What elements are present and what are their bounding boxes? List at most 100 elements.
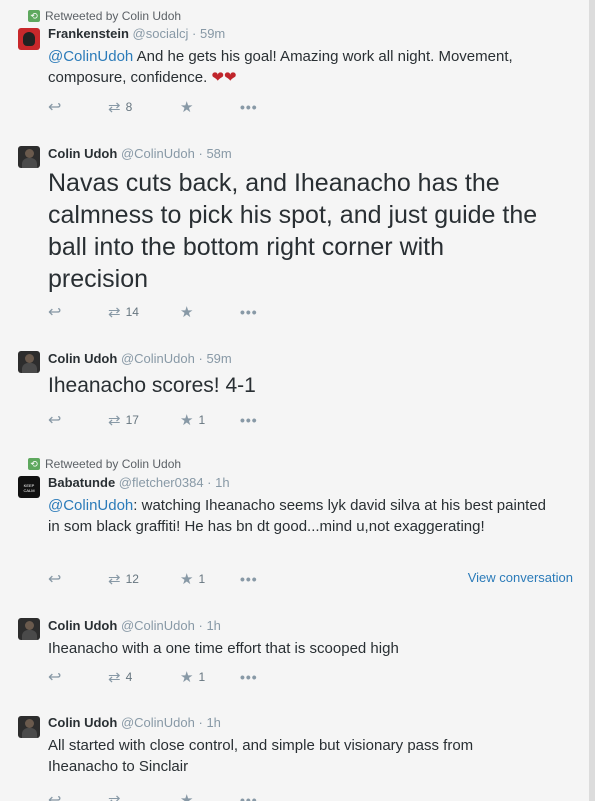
retweet-button[interactable]: ⇄ [108, 791, 180, 801]
retweet-count: 8 [125, 100, 133, 114]
username[interactable]: @ColinUdoh [121, 146, 195, 161]
tweet-text: Iheanacho scores! 4-1 [48, 374, 256, 397]
username[interactable]: @ColinUdoh [121, 351, 195, 366]
retweet-button[interactable]: ⇄ 17 [108, 411, 180, 429]
tweet-text: @ColinUdoh: watching Iheanacho seems lyk… [48, 495, 549, 537]
tweet-header: Babatunde @fletcher0384 · 1h [48, 475, 230, 490]
retweet-icon: ⇄ [108, 792, 121, 801]
fullname[interactable]: Babatunde [48, 475, 115, 490]
reply-icon[interactable]: ↩ [48, 410, 108, 430]
reply-icon[interactable]: ↩ [48, 569, 108, 589]
view-conversation-link[interactable]: View conversation [468, 570, 573, 585]
favorite-button[interactable]: ★ 1 [180, 411, 240, 429]
more-icon[interactable]: ••• [240, 669, 258, 685]
retweet-count: 14 [125, 305, 139, 319]
tweet[interactable]: Colin Udoh @ColinUdoh · 58m Navas cuts b… [0, 131, 589, 335]
favorite-count: 1 [198, 572, 206, 586]
avatar[interactable] [18, 716, 40, 738]
tweet-text: Iheanacho with a one time effort that is… [48, 640, 399, 657]
tweet-header: Colin Udoh @ColinUdoh · 1h [48, 715, 221, 730]
mention-link[interactable]: @ColinUdoh [48, 497, 133, 514]
star-icon: ★ [180, 412, 194, 429]
favorite-button[interactable]: ★ 1 [180, 570, 240, 588]
username[interactable]: @fletcher0384 [119, 475, 204, 490]
timestamp[interactable]: 59m [200, 26, 225, 41]
tweet-text: @ColinUdoh And he gets his goal! Amazing… [48, 46, 577, 88]
tweet[interactable]: ⟲ Retweeted by Colin Udoh Babatunde @fle… [0, 442, 589, 603]
favorite-button[interactable]: ★ [180, 98, 240, 116]
tweet[interactable]: Colin Udoh @ColinUdoh · 1h All started w… [0, 705, 589, 801]
star-icon: ★ [180, 99, 194, 116]
retweet-icon: ⇄ [108, 412, 121, 429]
timestamp[interactable]: 58m [206, 146, 231, 161]
reply-icon[interactable]: ↩ [48, 97, 108, 117]
favorite-button[interactable]: ★ [180, 303, 240, 321]
tweet[interactable]: Colin Udoh @ColinUdoh · 59m Iheanacho sc… [0, 334, 589, 443]
retweet-button[interactable]: ⇄ 4 [108, 668, 180, 686]
username[interactable]: @socialcj [133, 26, 189, 41]
timestamp[interactable]: 1h [215, 475, 229, 490]
retweet-button[interactable]: ⇄ 14 [108, 303, 180, 321]
avatar[interactable] [18, 146, 40, 168]
window-edge [589, 0, 595, 801]
star-icon: ★ [180, 304, 194, 321]
separator: · [198, 146, 203, 161]
tweet-actions: ↩ ⇄ 17 ★ 1 ••• [48, 411, 258, 429]
mention-link[interactable]: @ColinUdoh [48, 48, 133, 65]
more-icon[interactable]: ••• [240, 571, 258, 587]
tweet-text: All started with close control, and simp… [48, 737, 474, 775]
avatar[interactable] [18, 351, 40, 373]
separator: · [198, 351, 203, 366]
username[interactable]: @ColinUdoh [121, 618, 195, 633]
retweet-count: 17 [125, 413, 139, 427]
retweet-count: 4 [125, 670, 133, 684]
more-icon[interactable]: ••• [240, 792, 258, 801]
retweet-button[interactable]: ⇄ 12 [108, 570, 180, 588]
fullname[interactable]: Colin Udoh [48, 146, 117, 161]
tweet[interactable]: ⟲ Retweeted by Colin Udoh Frankenstein @… [0, 0, 589, 132]
avatar[interactable] [18, 28, 40, 50]
username[interactable]: @ColinUdoh [121, 715, 195, 730]
separator: · [192, 26, 197, 41]
separator: · [198, 715, 203, 730]
favorite-count: 1 [198, 413, 206, 427]
retweet-icon: ⇄ [108, 304, 121, 321]
fullname[interactable]: Frankenstein [48, 26, 129, 41]
fullname[interactable]: Colin Udoh [48, 618, 117, 633]
tweet-actions: ↩ ⇄ 4 ★ 1 ••• [48, 668, 258, 686]
reply-icon[interactable]: ↩ [48, 302, 108, 322]
retweet-context: ⟲ Retweeted by Colin Udoh [28, 9, 181, 23]
avatar[interactable] [18, 476, 40, 498]
tweet-header: Colin Udoh @ColinUdoh · 59m [48, 351, 232, 366]
retweet-button[interactable]: ⇄ 8 [108, 98, 180, 116]
retweet-icon: ⇄ [108, 99, 121, 116]
timestamp[interactable]: 59m [206, 351, 231, 366]
separator: · [207, 475, 212, 490]
more-icon[interactable]: ••• [240, 412, 258, 428]
heart-emoji: ❤❤ [211, 69, 237, 86]
more-icon[interactable]: ••• [240, 99, 258, 115]
reply-icon[interactable]: ↩ [48, 790, 108, 801]
timestamp[interactable]: 1h [206, 715, 220, 730]
tweet-actions: ↩ ⇄ 14 ★ ••• [48, 303, 258, 321]
avatar[interactable] [18, 618, 40, 640]
favorite-button[interactable]: ★ [180, 791, 240, 801]
tweet-actions: ↩ ⇄ ★ ••• [48, 791, 258, 801]
fullname[interactable]: Colin Udoh [48, 351, 117, 366]
reply-icon[interactable]: ↩ [48, 667, 108, 687]
tweet-header: Frankenstein @socialcj · 59m [48, 26, 225, 41]
retweet-context: ⟲ Retweeted by Colin Udoh [28, 457, 181, 471]
timestamp[interactable]: 1h [206, 618, 220, 633]
favorite-button[interactable]: ★ 1 [180, 668, 240, 686]
retweet-badge-icon: ⟲ [28, 10, 40, 22]
timeline: ⟲ Retweeted by Colin Udoh Frankenstein @… [0, 0, 590, 801]
more-icon[interactable]: ••• [240, 304, 258, 320]
tweet[interactable]: Colin Udoh @ColinUdoh · 1h Iheanacho wit… [0, 602, 589, 706]
favorite-count: 1 [198, 670, 206, 684]
fullname[interactable]: Colin Udoh [48, 715, 117, 730]
retweet-context-text: Retweeted by Colin Udoh [45, 457, 182, 471]
retweet-icon: ⇄ [108, 571, 121, 588]
tweet-actions: ↩ ⇄ 12 ★ 1 ••• [48, 570, 258, 588]
star-icon: ★ [180, 792, 194, 801]
tweet-header: Colin Udoh @ColinUdoh · 58m [48, 146, 232, 161]
